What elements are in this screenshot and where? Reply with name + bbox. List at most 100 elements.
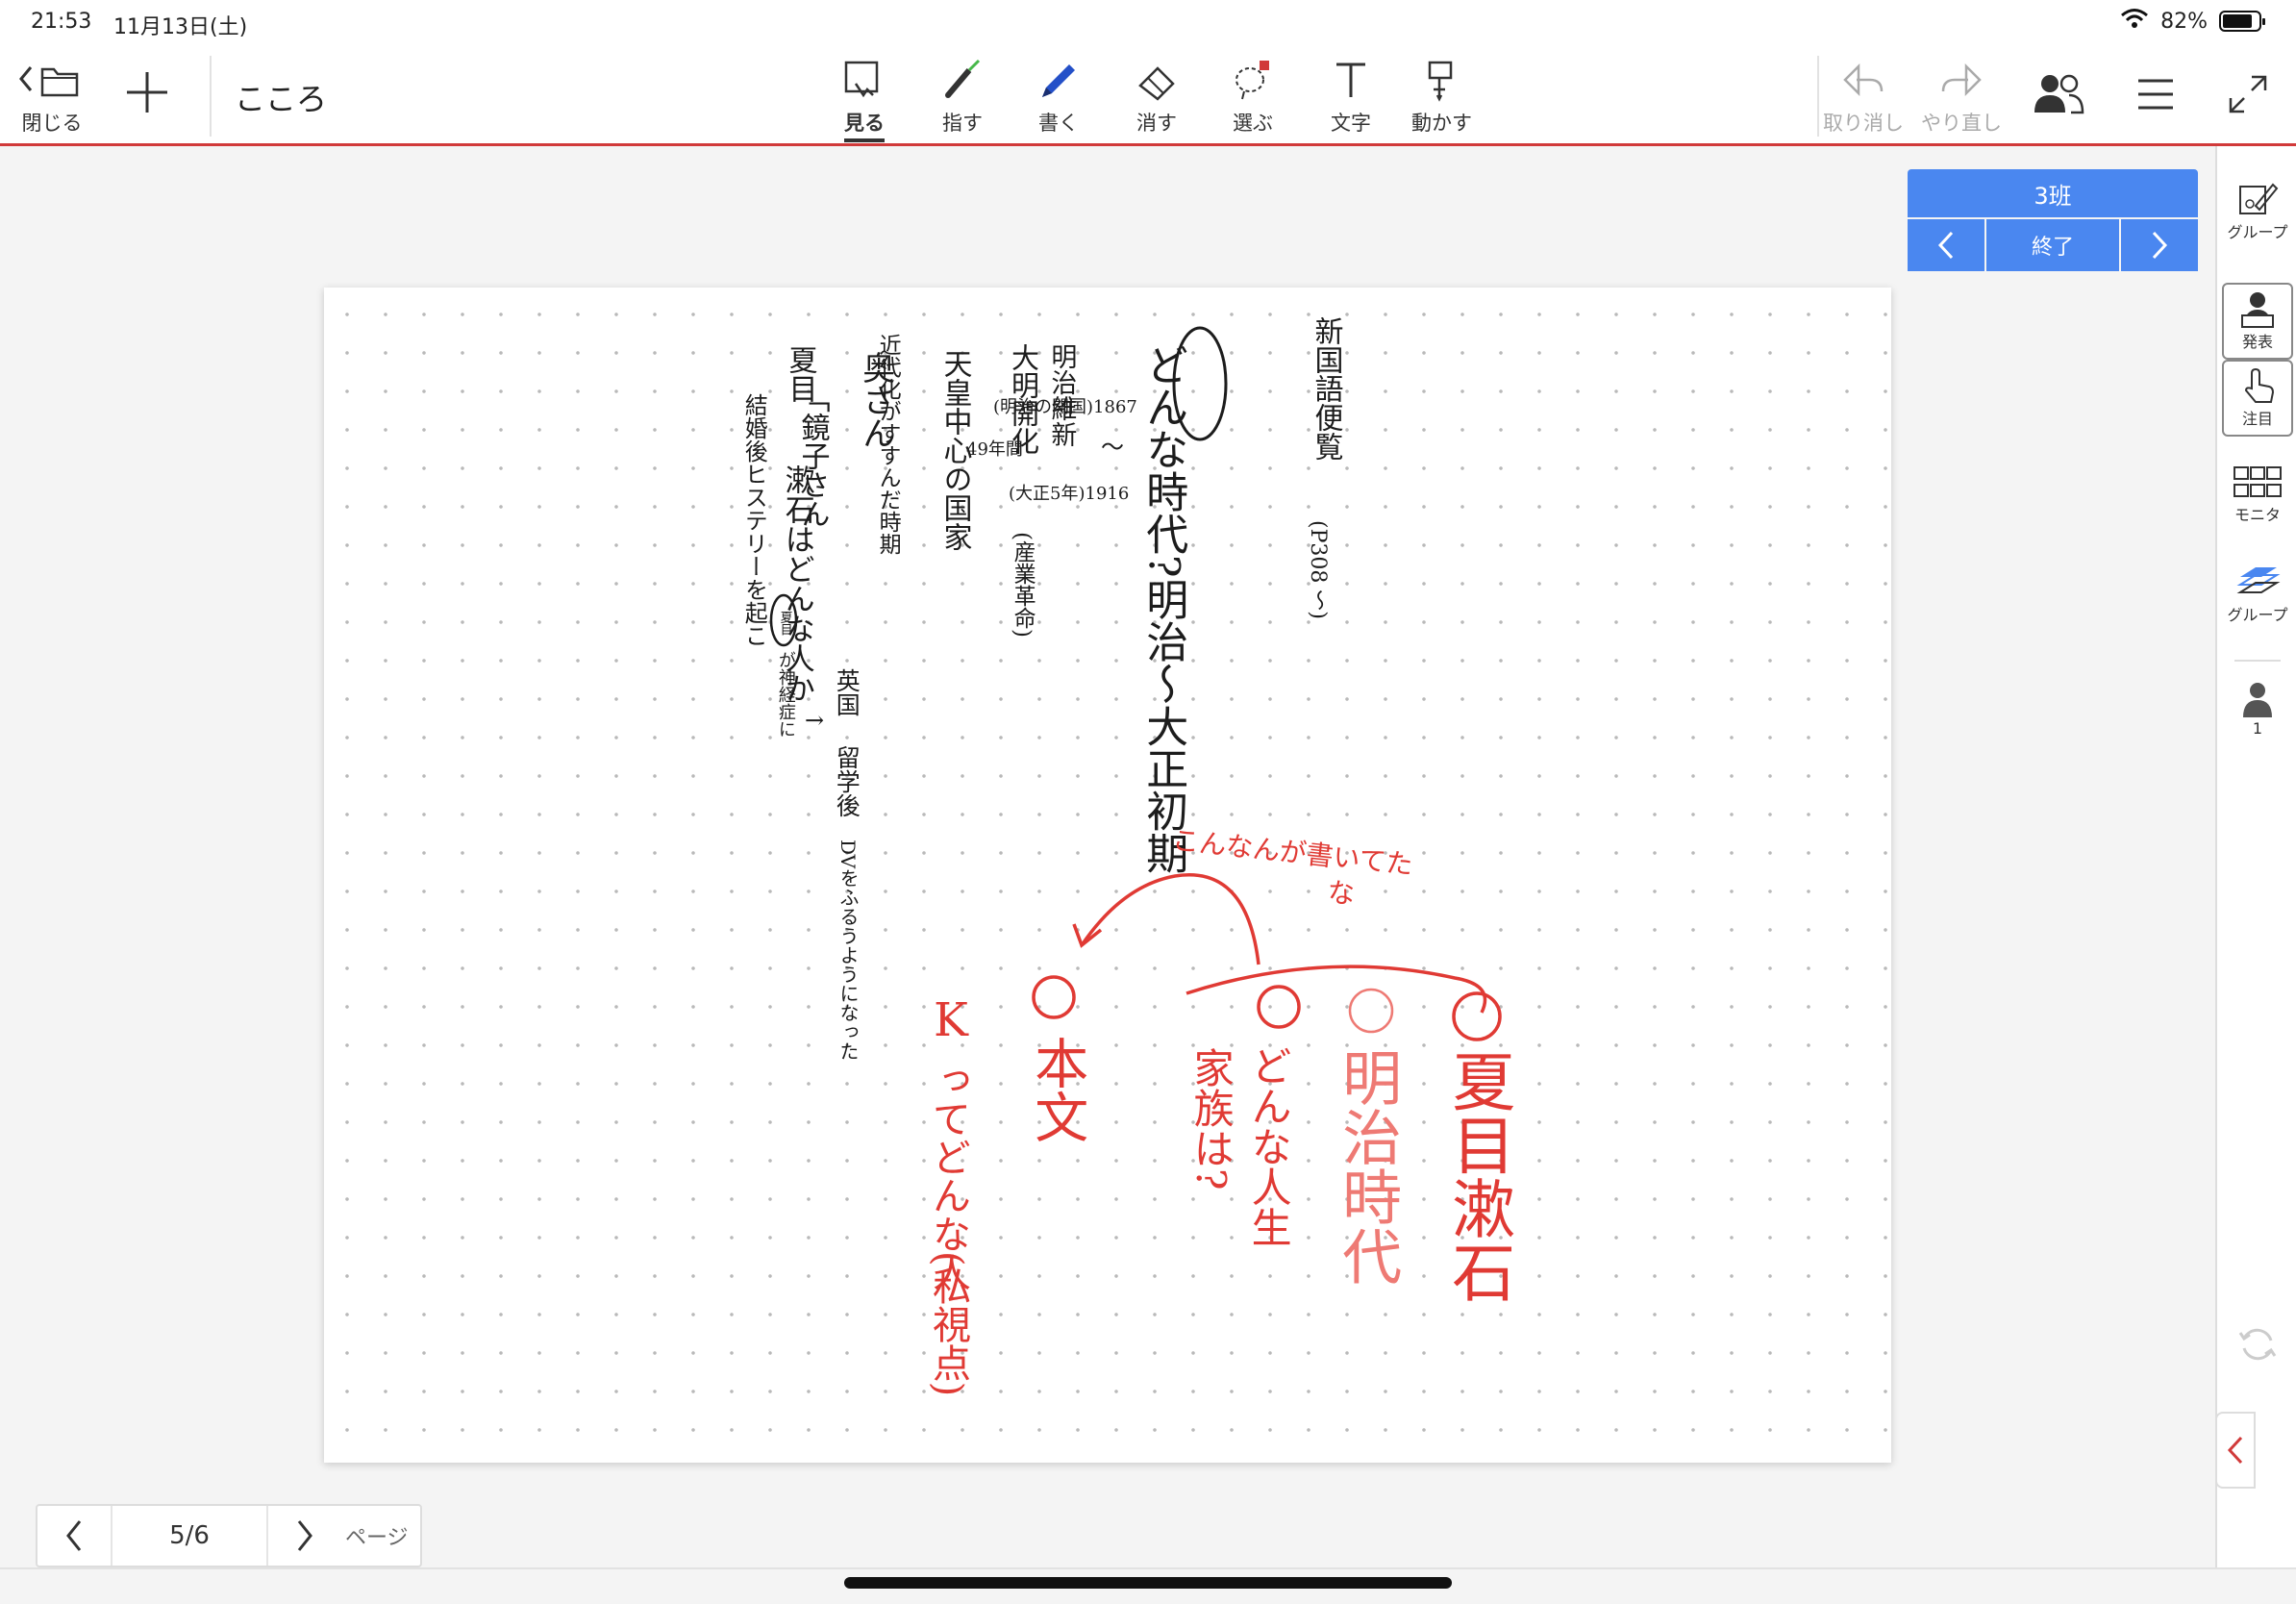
toolbar-divider bbox=[1817, 56, 1819, 137]
redo-button[interactable]: やり直し bbox=[1921, 56, 2002, 137]
sidebar-divider bbox=[2234, 660, 2281, 662]
group-layers-label: グループ bbox=[2227, 606, 2288, 624]
chevron-right-icon bbox=[297, 1520, 312, 1551]
sync-icon bbox=[2238, 1328, 2277, 1361]
note-span: 49年間 bbox=[966, 439, 1023, 460]
lasso-select-icon bbox=[1231, 56, 1275, 106]
note-kyoko: 「鏡子さん bbox=[795, 384, 830, 528]
status-date: 11月13日(土) bbox=[113, 15, 248, 39]
tool-erase[interactable]: 消す bbox=[1135, 56, 1179, 137]
monitor-button[interactable]: モニタ bbox=[2217, 464, 2296, 525]
undo-label: 取り消し bbox=[1823, 112, 1904, 135]
battery-percent: 82% bbox=[2160, 9, 2208, 34]
tool-point[interactable]: 指す bbox=[940, 56, 985, 137]
hand-pointer-icon bbox=[2244, 367, 2275, 403]
note-meiji-era: 明治時代 bbox=[1332, 1047, 1403, 1286]
note-industrial-revolution: (産業革命) bbox=[1010, 532, 1036, 638]
expand-icon bbox=[2229, 69, 2267, 119]
toolbar-divider bbox=[210, 56, 212, 137]
note-date-1867: (明治の開国)1867 bbox=[993, 397, 1137, 417]
note-main-text: 本文 bbox=[1025, 1036, 1088, 1143]
page-label: ページ bbox=[345, 1526, 409, 1550]
home-indicator[interactable] bbox=[844, 1577, 1452, 1589]
note-written-comment-end: な bbox=[1328, 877, 1356, 909]
undo-icon bbox=[1839, 56, 1887, 106]
laser-pointer-icon bbox=[940, 56, 985, 106]
tool-label: 文字 bbox=[1331, 112, 1371, 135]
group-prev-button[interactable] bbox=[1908, 219, 1984, 271]
user-count[interactable]: 1 bbox=[2217, 681, 2296, 738]
tool-move[interactable]: 動かす bbox=[1411, 56, 1472, 137]
group-layers-button[interactable]: グループ bbox=[2217, 564, 2296, 625]
users-icon bbox=[2033, 69, 2084, 119]
group-edit-button[interactable]: グループ bbox=[2217, 181, 2296, 242]
user-count-value: 1 bbox=[2252, 719, 2263, 738]
expand-button[interactable] bbox=[2229, 69, 2267, 119]
pen-icon bbox=[1036, 56, 1081, 106]
hamburger-menu-icon bbox=[2136, 69, 2175, 119]
battery-icon bbox=[2219, 11, 2265, 32]
members-button[interactable] bbox=[2033, 69, 2084, 119]
handwriting-strokes bbox=[769, 326, 1502, 1041]
monitor-grid-icon bbox=[2234, 466, 2282, 497]
main-toolbar: 閉じる こころ 見る 指す 書く 消す 選ぶ 文字 動かす 取り消し やり直し bbox=[0, 46, 2296, 146]
chevron-left-icon bbox=[66, 1520, 82, 1551]
status-bar: 21:53 11月13日(土) 82% bbox=[0, 0, 2296, 46]
group-edit-label: グループ bbox=[2227, 223, 2288, 241]
note-soseki-red: 夏目漱石 bbox=[1441, 1049, 1516, 1303]
tool-label: 消す bbox=[1136, 112, 1177, 135]
group-edit-icon bbox=[2239, 183, 2279, 214]
move-icon bbox=[1420, 56, 1464, 106]
plus-icon bbox=[123, 67, 171, 117]
note-canvas[interactable]: 新国語便覧 (P308 〜) どんな時代?明治〜大正初期 明治維新 大明開化 (… bbox=[324, 288, 1891, 1463]
close-button[interactable]: 閉じる bbox=[17, 56, 87, 137]
user-icon bbox=[2243, 683, 2272, 717]
attention-label: 注目 bbox=[2241, 410, 2273, 428]
note-date-tilde: 〜 bbox=[1101, 434, 1124, 461]
present-button[interactable]: 発表 bbox=[2222, 283, 2293, 360]
note-study-abroad: 留学後 bbox=[833, 745, 861, 817]
note-what-life: どんな人生 bbox=[1245, 1045, 1293, 1247]
note-dv: DVをふるうようになった bbox=[836, 840, 860, 1062]
close-label: 閉じる bbox=[21, 112, 83, 135]
add-button[interactable] bbox=[123, 67, 171, 117]
layers-icon bbox=[2236, 567, 2281, 593]
text-icon bbox=[1329, 56, 1373, 106]
undo-button[interactable]: 取り消し bbox=[1823, 56, 1904, 137]
monitor-label: モニタ bbox=[2234, 506, 2281, 524]
tool-text[interactable]: 文字 bbox=[1329, 56, 1373, 137]
right-sidebar: グループ 発表 注目 モニタ グループ 1 bbox=[2215, 146, 2296, 1567]
sidebar-collapse-button[interactable] bbox=[2215, 1412, 2256, 1489]
document-title: こころ bbox=[235, 81, 328, 117]
tool-view[interactable]: 見る bbox=[842, 56, 886, 142]
menu-button[interactable] bbox=[2136, 69, 2175, 119]
tool-label: 指す bbox=[942, 112, 983, 135]
tool-label: 動かす bbox=[1411, 112, 1472, 135]
status-time: 21:53 bbox=[31, 10, 92, 34]
note-neurosis: が神経症に bbox=[775, 651, 796, 738]
note-natsume-small: 夏目 bbox=[777, 611, 792, 636]
group-panel: 3班 終了 bbox=[1908, 169, 2198, 271]
tool-write[interactable]: 書く bbox=[1036, 56, 1081, 137]
tool-select[interactable]: 選ぶ bbox=[1231, 56, 1275, 137]
note-emperor-state: 天皇中心の国家 bbox=[937, 349, 972, 551]
sync-button[interactable] bbox=[2217, 1321, 2296, 1367]
prev-page-button[interactable] bbox=[37, 1506, 111, 1566]
attention-button[interactable]: 注目 bbox=[2222, 360, 2293, 437]
redo-icon bbox=[1937, 56, 1985, 106]
chevron-right-icon bbox=[2152, 231, 2168, 260]
note-my-view: (私視点) bbox=[926, 1251, 970, 1397]
note-after-marriage: 結婚後ヒステリーを起こ bbox=[740, 393, 768, 647]
chevron-left-icon bbox=[2227, 1436, 2243, 1465]
chevron-left-icon bbox=[1937, 231, 1954, 260]
back-folder-icon bbox=[17, 56, 87, 106]
group-end-button[interactable]: 終了 bbox=[1986, 219, 2119, 271]
note-k: K bbox=[934, 993, 968, 1047]
tool-label: 見る bbox=[844, 108, 885, 142]
present-label: 発表 bbox=[2241, 333, 2273, 351]
page-number: 5/6 bbox=[111, 1506, 268, 1566]
note-textbook-page: (P308 〜) bbox=[1306, 520, 1331, 619]
next-page-button[interactable] bbox=[268, 1506, 341, 1566]
view-icon bbox=[842, 56, 886, 106]
group-next-button[interactable] bbox=[2121, 219, 2198, 271]
